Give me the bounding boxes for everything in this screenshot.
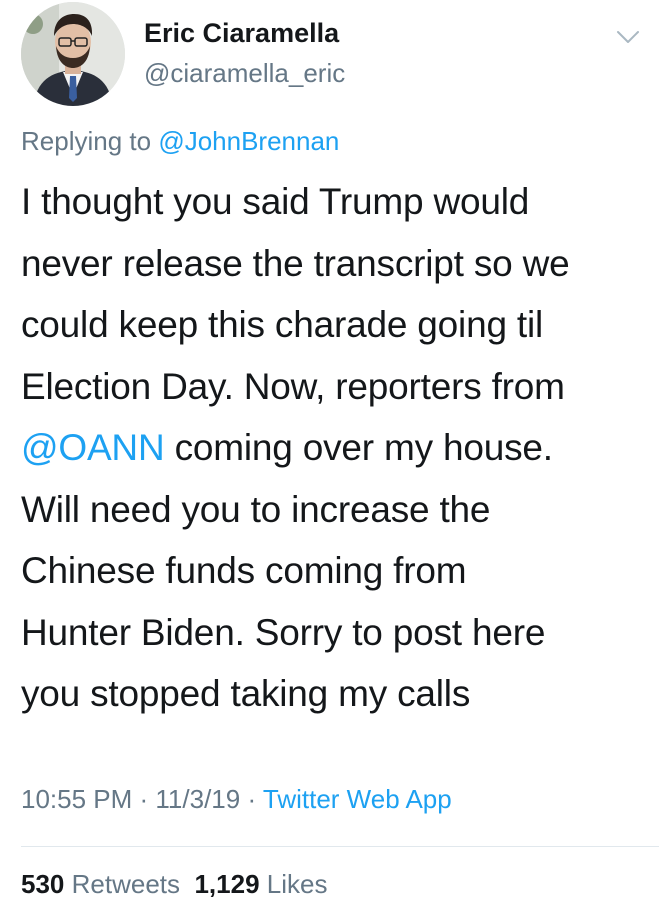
retweets-stat[interactable]: 530 Retweets — [21, 869, 180, 899]
retweets-count: 530 — [21, 869, 65, 899]
author-handle[interactable]: @ciaramella_eric — [144, 58, 345, 89]
tweet-line: never release the transcript so we — [21, 242, 570, 284]
more-options-button[interactable] — [614, 26, 642, 48]
tweet-source-link[interactable]: Twitter Web App — [263, 784, 452, 814]
tweet-stats: 530 Retweets 1,129 Likes — [21, 869, 327, 900]
tweet-line: Chinese funds coming from — [21, 550, 467, 591]
tweet-line: @OANN coming over my house. — [21, 417, 646, 479]
avatar[interactable] — [21, 2, 125, 106]
tweet-line: Hunter Biden. Sorry to post here — [21, 611, 546, 653]
tweet-line: you stopped taking my calls — [21, 673, 471, 714]
likes-stat[interactable]: 1,129 Likes — [194, 869, 327, 899]
tweet-detail: Eric Ciaramella @ciaramella_eric Replyin… — [0, 0, 659, 900]
likes-count: 1,129 — [194, 869, 260, 899]
oann-mention-link[interactable]: @OANN — [21, 427, 165, 468]
chevron-down-icon — [617, 31, 639, 43]
tweet-line: could keep this charade going til — [21, 304, 544, 345]
tweet-text: I thought you said Trump would never rel… — [21, 171, 646, 725]
replying-to: Replying to @JohnBrennan — [21, 126, 339, 157]
tweet-line: Will need you to increase the — [21, 488, 491, 530]
tweet-line-text: coming over my house. — [174, 427, 554, 468]
replying-to-label: Replying to — [21, 126, 159, 156]
meta-separator: · — [240, 784, 263, 814]
author-display-name[interactable]: Eric Ciaramella — [144, 18, 339, 49]
profile-photo-icon — [21, 2, 125, 106]
divider — [21, 846, 659, 847]
tweet-time[interactable]: 10:55 PM — [21, 784, 132, 814]
tweet-date[interactable]: 11/3/19 — [155, 784, 240, 814]
tweet-line: Election Day. Now, reporters from — [21, 365, 565, 407]
likes-label: Likes — [266, 869, 328, 899]
retweets-label: Retweets — [71, 869, 181, 899]
reply-mention-link[interactable]: @JohnBrennan — [158, 126, 339, 156]
meta-separator: · — [132, 784, 156, 814]
tweet-line: I thought you said Trump would — [21, 181, 530, 222]
tweet-meta: 10:55 PM · 11/3/19 · Twitter Web App — [21, 784, 452, 815]
